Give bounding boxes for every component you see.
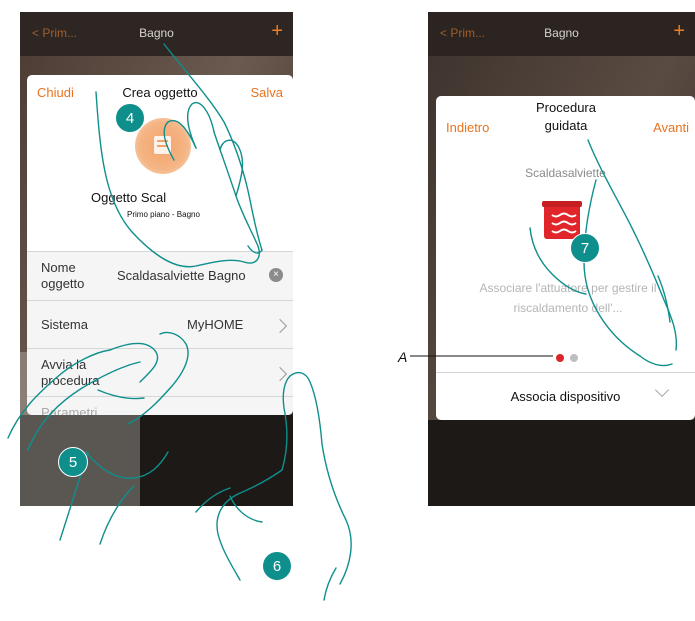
create-object-dialog: Chiudi Crea oggetto Salva Oggetto Scal P… — [27, 75, 293, 415]
close-button[interactable]: Chiudi — [37, 85, 74, 100]
object-name-label: Nome oggetto — [41, 260, 85, 291]
object-location: Primo piano - Bagno — [127, 210, 200, 219]
system-row[interactable]: Sistema MyHOME — [27, 300, 293, 348]
clear-icon[interactable]: × — [269, 268, 283, 282]
back-button[interactable]: Indietro — [446, 120, 489, 135]
left-phone-screen: < Prim... Bagno + Chiudi Crea oggetto Sa… — [20, 12, 293, 506]
add-button[interactable]: + — [673, 21, 685, 41]
next-button[interactable]: Avanti — [653, 120, 689, 135]
instruction-text: Associare l'attuatore per gestire il ris… — [479, 281, 657, 315]
system-label: Sistema — [41, 317, 88, 332]
dialog-title: Crea oggetto — [122, 85, 198, 100]
right-phone-screen: < Prim... Bagno + Indietro Procedura gui… — [428, 12, 695, 506]
pagination-dots — [556, 349, 579, 367]
step-badge-7: 7 — [570, 233, 600, 263]
dialog-title: Procedura guidata — [536, 100, 596, 133]
object-name-row[interactable]: Nome oggetto Scaldasalviette Bagno × — [27, 251, 293, 300]
additional-params-label: Parametri aggiuntivi — [41, 405, 98, 415]
page-dot-active — [556, 354, 564, 362]
screen-title: Bagno — [139, 26, 174, 40]
system-value: MyHOME — [187, 317, 244, 332]
towel-heater-icon — [135, 118, 191, 174]
screen-title: Bagno — [544, 26, 579, 40]
add-button[interactable]: + — [271, 21, 283, 41]
step-badge-6: 6 — [262, 551, 292, 581]
step-badge-5: 5 — [58, 447, 88, 477]
page-dot — [570, 354, 579, 362]
device-name: Scaldasalviette — [525, 166, 606, 180]
top-bar: < Prim... Bagno + — [428, 12, 695, 56]
guided-procedure-dialog: Indietro Procedura guidata Avanti Scalda… — [436, 96, 695, 420]
start-procedure-row[interactable]: Avvia la procedura — [27, 348, 293, 396]
associate-device-row[interactable]: Associa dispositivo — [436, 372, 695, 420]
top-bar: < Prim... Bagno + — [20, 12, 293, 56]
step-badge-4: 4 — [115, 103, 145, 133]
save-button[interactable]: Salva — [250, 85, 283, 100]
object-name: Oggetto Scal — [91, 190, 167, 205]
object-name-value[interactable]: Scaldasalviette Bagno — [117, 268, 246, 283]
chevron-right-icon — [272, 318, 288, 334]
label-a: A — [397, 349, 407, 365]
chevron-right-icon — [272, 366, 288, 382]
additional-params-row[interactable]: Parametri aggiuntivi — [27, 396, 293, 415]
start-procedure-label: Avvia la procedura — [41, 357, 100, 388]
